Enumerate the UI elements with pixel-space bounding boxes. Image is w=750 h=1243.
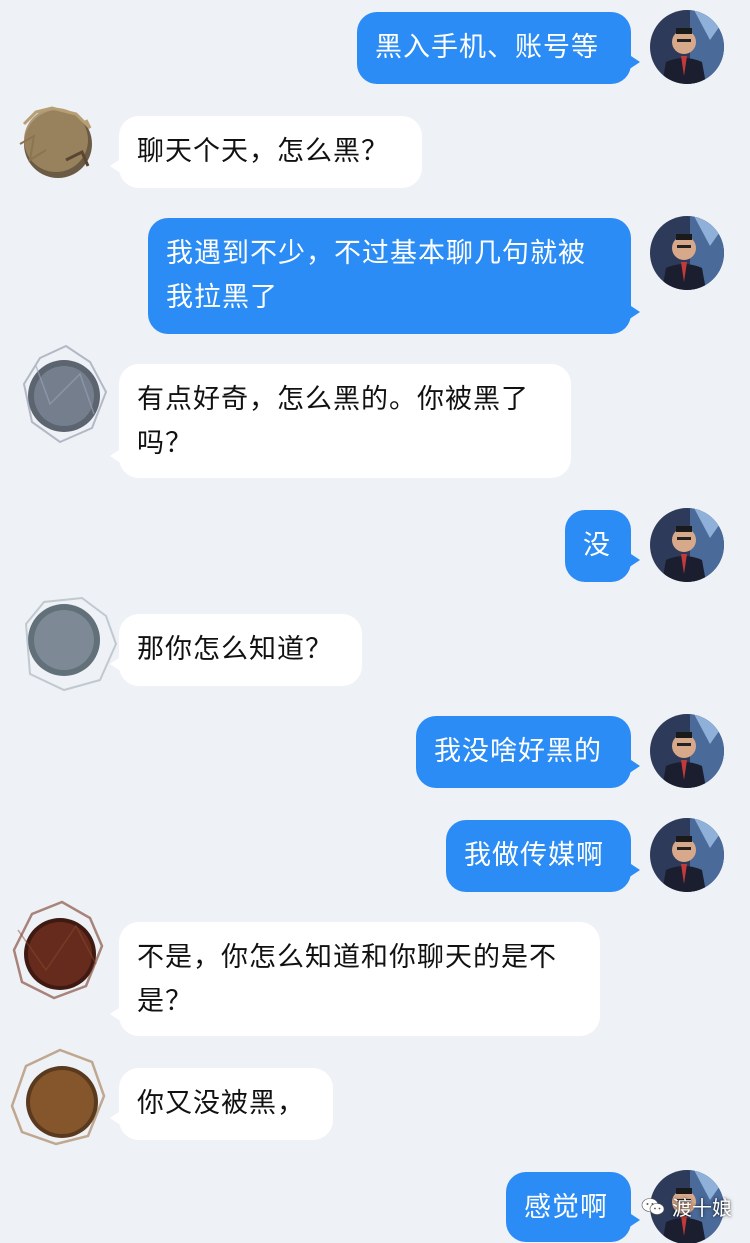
- wechat-icon: [641, 1197, 665, 1215]
- message-bubble-outgoing[interactable]: 我遇到不少，不过基本聊几句就被我拉黑了: [148, 218, 640, 334]
- avatar-image: [650, 216, 724, 290]
- contact-avatar[interactable]: [6, 900, 104, 1000]
- own-avatar[interactable]: [650, 216, 724, 290]
- watermark-label: 渡十娘: [672, 1196, 732, 1220]
- avatar-image: [10, 1048, 106, 1146]
- message-bubble-outgoing[interactable]: 我没啥好黑的: [416, 716, 640, 788]
- message-bubble-outgoing[interactable]: 黑入手机、账号等: [357, 12, 640, 84]
- avatar-image: [24, 596, 118, 692]
- watermark: 渡十娘: [640, 1192, 732, 1221]
- message-bubble-incoming[interactable]: 不是，你怎么知道和你聊天的是不是？: [110, 922, 600, 1036]
- avatar-image: [22, 344, 108, 444]
- chat-view: 黑入手机、账号等 聊天个天，怎么黑？ 我遇到不少，不过基本聊几句就被我拉黑了 有…: [0, 0, 750, 1243]
- avatar-image: [12, 900, 104, 1000]
- message-bubble-outgoing[interactable]: 感觉啊: [506, 1172, 640, 1242]
- avatar-image: [650, 714, 724, 788]
- avatar-image: [650, 508, 724, 582]
- message-bubble-incoming[interactable]: 有点好奇，怎么黑的。你被黑了吗？: [110, 364, 571, 478]
- message-bubble-outgoing[interactable]: 我做传媒啊: [446, 820, 640, 892]
- avatar-image: [19, 106, 92, 178]
- message-bubble-incoming[interactable]: 那你怎么知道？: [110, 614, 362, 686]
- own-avatar[interactable]: [650, 508, 724, 582]
- message-bubble-outgoing[interactable]: 没: [565, 510, 640, 582]
- own-avatar[interactable]: [650, 714, 724, 788]
- own-avatar[interactable]: [650, 10, 724, 84]
- contact-avatar[interactable]: [6, 1046, 106, 1146]
- message-bubble-incoming[interactable]: 你又没被黑，: [110, 1068, 333, 1140]
- contact-avatar[interactable]: [20, 594, 118, 692]
- avatar-image: [650, 10, 724, 84]
- own-avatar[interactable]: [650, 818, 724, 892]
- avatar-image: [650, 818, 724, 892]
- message-bubble-incoming[interactable]: 聊天个天，怎么黑？: [110, 116, 422, 188]
- contact-avatar[interactable]: [16, 100, 96, 180]
- contact-avatar[interactable]: [20, 344, 108, 444]
